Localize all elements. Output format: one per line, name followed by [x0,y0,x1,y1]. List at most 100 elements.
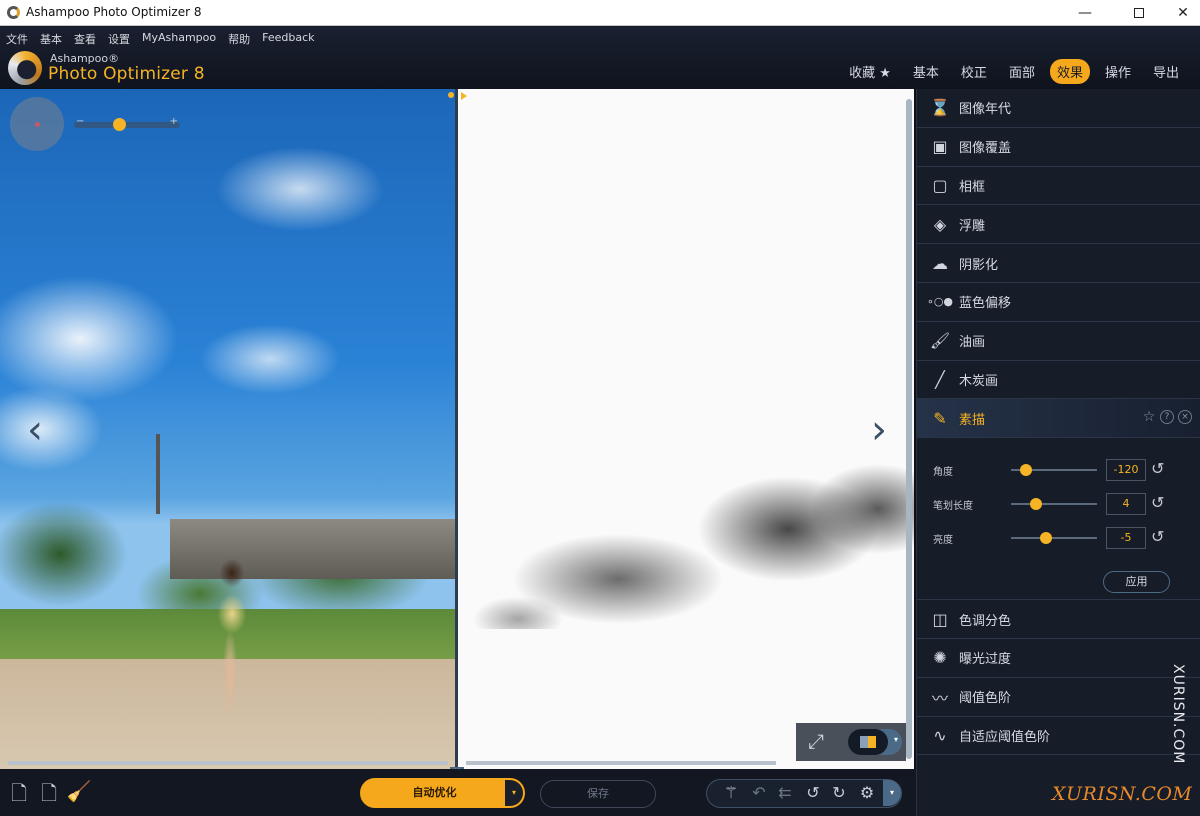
effect-label: 素描 [959,412,986,428]
angle-slider-thumb[interactable] [1019,464,1032,477]
effect-shadow[interactable]: ☁ 阴影化 [917,244,1200,283]
stroke-length-slider-thumb[interactable] [1029,498,1042,511]
threshold-chart-icon: 〰 [931,688,948,708]
effect-image-age[interactable]: ⌛ 图像年代 [917,89,1200,128]
effect-adaptive-threshold[interactable]: ∿ 自适应阈值色阶 [917,717,1200,756]
maximize-button[interactable] [1116,0,1162,26]
split-divider[interactable] [455,89,458,769]
zoom-out-icon[interactable]: − [76,116,84,127]
tab-face[interactable]: 面部 [1002,59,1042,84]
menu-help[interactable]: 帮助 [228,31,250,47]
hourglass-icon: ⌛ [930,98,950,118]
compare-mode-dropdown-icon[interactable]: ▾ [894,735,898,744]
menu-feedback[interactable]: Feedback [262,31,314,47]
maximize-icon [1134,8,1144,18]
image-viewer[interactable]: v − + ‹ › ⤢ ▾ [0,89,916,769]
effect-sketch[interactable]: ✎ 素描 ☆ ? × [917,399,1200,439]
add-file-icon[interactable]: 🗋 [6,779,32,805]
divider-handle-right[interactable] [461,92,467,100]
broom-icon[interactable]: 🧹 [66,779,92,805]
tab-correction[interactable]: 校正 [954,59,994,84]
param-label: 笔划长度 [933,501,973,513]
auto-optimize-label: 自动优化 [412,786,457,799]
tools-dropdown-icon[interactable]: ▾ [883,780,901,806]
stroke-length-value-field[interactable]: 4 [1106,493,1146,516]
effect-frame[interactable]: ▢ 相框 [917,167,1200,206]
effect-solarize[interactable]: ✺ 曝光过度 [917,639,1200,678]
help-icon[interactable]: ? [1160,410,1174,425]
effect-oil-painting[interactable]: 🖌 油画 [917,322,1200,361]
menu-settings[interactable]: 设置 [108,31,130,47]
horizontal-scrollbar-left[interactable] [8,761,448,765]
horizontal-scrollbar-right[interactable] [466,761,776,765]
menu-view[interactable]: 查看 [74,31,96,47]
tab-basic[interactable]: 基本 [906,59,946,84]
undo-icon[interactable]: ↶ [747,781,771,805]
save-button[interactable]: 保存 [540,780,656,808]
adaptive-threshold-icon: ∿ [933,725,947,745]
auto-optimize-dropdown-icon[interactable]: ▾ [505,780,523,806]
vertical-scrollbar[interactable] [906,99,912,759]
magic-wand-icon[interactable]: ⚚ [719,781,743,805]
effect-threshold[interactable]: 〰阈值色阶 [917,678,1200,717]
menu-myashampoo[interactable]: MyAshampoo [142,31,216,47]
favorite-star-icon[interactable]: ☆ [1142,410,1156,424]
zoom-slider[interactable]: − + [74,116,180,131]
close-button[interactable]: ✕ [1160,0,1200,26]
menu-basic[interactable]: 基本 [40,31,62,47]
effect-blue-shift[interactable]: ∘○● 蓝色偏移 [917,283,1200,322]
effect-label: 蓝色偏移 [959,296,1012,312]
brightness-slider[interactable] [1011,532,1097,545]
rotate-left-icon[interactable]: ↺ [801,781,825,805]
reset-icon[interactable]: ↺ [1151,459,1164,478]
param-angle: 角度 -120 ↺ [917,458,1200,482]
reset-icon[interactable]: ↺ [1151,493,1164,512]
effect-label: 曝光过度 [959,652,1012,668]
effect-image-overlay[interactable]: ▣ 图像覆盖 [917,128,1200,167]
brightness-slider-thumb[interactable] [1040,532,1053,545]
stroke-length-slider[interactable] [1011,498,1097,511]
tab-favorites[interactable]: 收藏 ★ [842,59,898,84]
previous-image-button[interactable]: ‹ [20,407,50,453]
divider-handle-left[interactable] [448,92,454,98]
param-label: 亮度 [933,535,953,547]
brightness-value-field[interactable]: -5 [1106,527,1146,550]
zoom-in-icon[interactable]: + [170,116,178,127]
remove-effect-icon[interactable]: × [1178,410,1192,425]
effects-panel: ⌛ 图像年代 ▣ 图像覆盖 ▢ 相框 ◈ 浮雕 ☁ 阴影化 ∘○● 蓝色偏移 🖌 油画 ╱ 木炭… [916,89,1200,816]
tab-effects[interactable]: 效果 [1049,59,1090,84]
settings-icon[interactable]: ⚙ [855,781,879,805]
category-tabs: 收藏 ★ 基本 校正 面部 效果 操作 导出 [842,59,1186,84]
rotate-right-icon[interactable]: ↻ [827,781,851,805]
navigator-circle[interactable] [10,97,64,151]
menu-file[interactable]: 文件 [6,31,28,47]
original-image [0,89,456,769]
angle-slider[interactable] [1011,464,1097,477]
app-icon [7,6,20,19]
minimize-button[interactable]: — [1062,0,1108,26]
angle-value-field[interactable]: -120 [1106,459,1146,482]
undo-all-icon[interactable]: ⇇ [773,781,797,805]
watermark-horizontal: XURISN.COM [1052,783,1193,805]
auto-optimize-button[interactable]: 自动优化 ▾ [360,778,525,808]
frame-icon: ▢ [932,175,948,195]
effect-label: 油画 [959,335,986,351]
effect-label: 相框 [959,179,986,195]
zoom-slider-thumb[interactable] [112,118,126,131]
compare-mode-button[interactable]: ▾ [848,729,902,755]
menu-bar: 文件 基本 查看 设置 MyAshampoo 帮助 Feedback [6,31,315,47]
effect-charcoal[interactable]: ╱ 木炭画 [917,361,1200,400]
tab-export[interactable]: 导出 [1146,59,1186,84]
apply-button[interactable]: 应用 [1103,571,1170,594]
effect-label: 自适应阈值色阶 [959,729,1051,745]
watermark-vertical: XURISN.COM [1170,664,1186,765]
effect-posterize[interactable]: ◫ 色调分色 [917,600,1200,639]
fullscreen-expand-icon[interactable]: ⤢ [808,729,824,753]
add-folder-icon[interactable]: 🗋 [36,779,62,805]
next-image-button[interactable]: › [864,407,894,453]
reset-icon[interactable]: ↺ [1151,527,1164,546]
param-label: 角度 [933,467,953,479]
param-stroke-length: 笔划长度 4 ↺ [917,492,1200,516]
effect-emboss[interactable]: ◈ 浮雕 [917,205,1200,245]
tab-operations[interactable]: 操作 [1098,59,1138,84]
